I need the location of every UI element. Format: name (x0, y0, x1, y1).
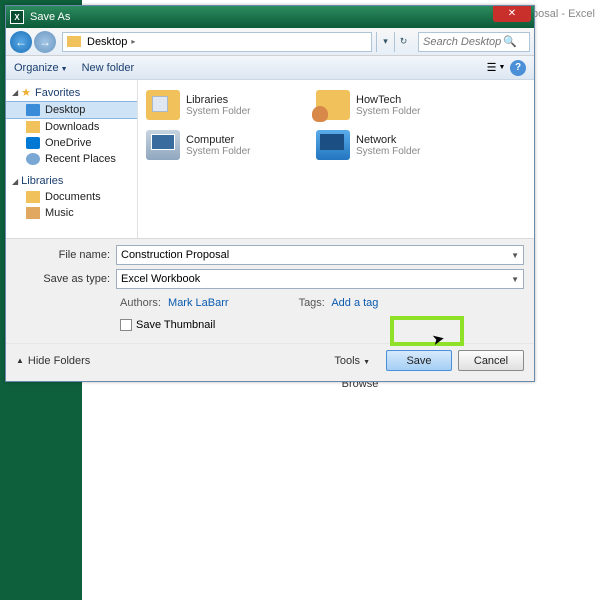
favorites-header[interactable]: ◢ ★ Favorites (6, 84, 137, 101)
location-text: Desktop (87, 36, 127, 48)
chevron-down-icon[interactable]: ▼ (511, 275, 519, 284)
filename-label: File name: (16, 249, 116, 261)
filename-input[interactable]: Construction Proposal ▼ (116, 245, 524, 265)
item-icon (26, 104, 40, 116)
save-thumbnail-label: Save Thumbnail (136, 319, 215, 331)
new-folder-button[interactable]: New folder (82, 62, 135, 74)
close-button[interactable]: ✕ (493, 6, 531, 22)
refresh-button[interactable]: ↻ (394, 32, 412, 52)
save-type-input[interactable]: Excel Workbook ▼ (116, 269, 524, 289)
tools-button[interactable]: Tools▼ (334, 355, 370, 367)
sidebar-item-downloads[interactable]: Downloads (6, 119, 137, 135)
sidebar-item-recent-places[interactable]: Recent Places (6, 151, 137, 167)
titlebar[interactable]: X Save As ✕ (6, 6, 534, 28)
item-icon (26, 207, 40, 219)
save-button[interactable]: Save (386, 350, 452, 371)
dialog-footer: ▲ Hide Folders Tools▼ Save Cancel (6, 343, 534, 381)
chevron-down-icon: ▼ (61, 66, 68, 73)
item-icon (26, 153, 40, 165)
chevron-down-icon[interactable]: ▼ (511, 251, 519, 260)
item-icon (26, 191, 40, 203)
expand-icon: ◢ (12, 177, 18, 186)
file-item-network[interactable]: NetworkSystem Folder (316, 130, 486, 160)
caret-up-icon: ▲ (16, 356, 24, 365)
history-dropdown[interactable]: ▾ (376, 32, 394, 52)
dialog-title: Save As (30, 11, 70, 23)
folder-icon (67, 36, 81, 47)
item-icon (26, 121, 40, 133)
nav-forward-button[interactable]: → (34, 31, 56, 53)
authors-field[interactable]: Authors: Mark LaBarr (120, 297, 229, 309)
sidebar-item-onedrive[interactable]: OneDrive (6, 135, 137, 151)
file-item-howtech[interactable]: HowTechSystem Folder (316, 90, 486, 120)
tags-field[interactable]: Tags: Add a tag (299, 297, 379, 309)
star-icon: ★ (21, 86, 31, 99)
save-as-dialog: X Save As ✕ ← → Desktop ▸ ▾ ↻ 🔍 Organize… (5, 5, 535, 382)
sidebar-item-documents[interactable]: Documents (6, 189, 137, 205)
sidebar: ◢ ★ Favorites DesktopDownloadsOneDriveRe… (6, 80, 138, 238)
nav-bar: ← → Desktop ▸ ▾ ↻ 🔍 (6, 28, 534, 56)
sidebar-item-music[interactable]: Music (6, 205, 137, 221)
file-list[interactable]: LibrariesSystem FolderHowTechSystem Fold… (138, 80, 534, 238)
breadcrumb[interactable]: Desktop ▸ (62, 32, 372, 52)
search-icon: 🔍 (503, 35, 517, 48)
chevron-down-icon: ▼ (363, 359, 370, 366)
item-icon (316, 130, 350, 160)
help-button[interactable]: ? (510, 60, 526, 76)
libraries-header[interactable]: ◢ Libraries (6, 173, 137, 189)
toolbar: Organize▼ New folder ☰▼ ? (6, 56, 534, 80)
item-icon (146, 90, 180, 120)
sidebar-item-desktop[interactable]: Desktop (6, 101, 137, 119)
cancel-button[interactable]: Cancel (458, 350, 524, 371)
excel-window-title: oposal - Excel (526, 8, 595, 20)
hide-folders-button[interactable]: ▲ Hide Folders (16, 355, 90, 367)
file-item-computer[interactable]: ComputerSystem Folder (146, 130, 316, 160)
excel-icon: X (10, 10, 24, 24)
organize-button[interactable]: Organize▼ (14, 62, 68, 74)
view-options-button[interactable]: ☰▼ (488, 60, 504, 76)
chevron-right-icon[interactable]: ▸ (131, 37, 135, 46)
nav-back-button[interactable]: ← (10, 31, 32, 53)
item-icon (26, 137, 40, 149)
item-icon (316, 90, 350, 120)
expand-icon: ◢ (12, 88, 18, 97)
save-thumbnail-checkbox[interactable] (120, 319, 132, 331)
form-area: File name: Construction Proposal ▼ Save … (6, 238, 534, 343)
search-box[interactable]: 🔍 (418, 32, 530, 52)
search-input[interactable] (423, 36, 503, 48)
save-type-label: Save as type: (16, 273, 116, 285)
item-icon (146, 130, 180, 160)
file-item-libraries[interactable]: LibrariesSystem Folder (146, 90, 316, 120)
